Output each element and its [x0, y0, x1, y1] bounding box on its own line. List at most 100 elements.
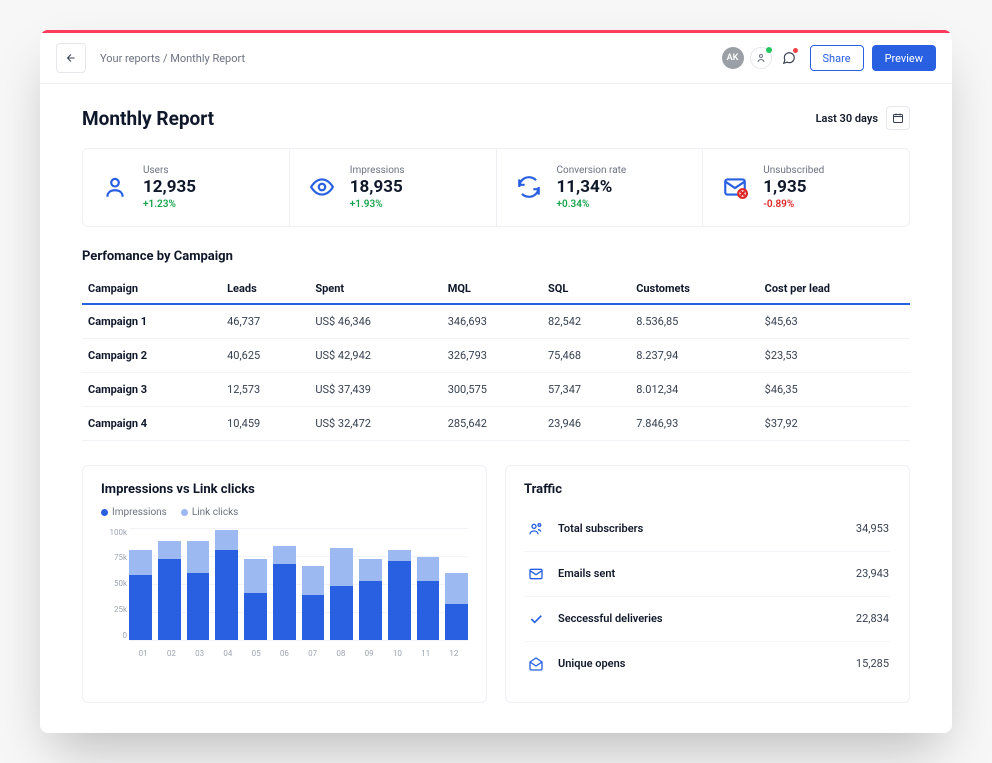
traffic-label: Emails sent — [558, 567, 856, 580]
metric-icon — [721, 173, 749, 201]
column-header: Leads — [221, 274, 309, 304]
subscribers-icon — [526, 519, 546, 539]
date-range-label: Last 30 days — [816, 112, 878, 125]
table-cell: 23,946 — [542, 406, 630, 440]
metric-users: Users 12,935 +1.23% — [83, 149, 290, 226]
metric-delta: +1.23% — [143, 199, 196, 210]
table-cell: $37,92 — [759, 406, 910, 440]
metric-icon — [515, 173, 543, 201]
table-cell: 75,468 — [542, 338, 630, 372]
bar-column — [359, 528, 382, 640]
chart-card: Impressions vs Link clicks Impressions L… — [82, 465, 487, 703]
bar-column — [445, 528, 468, 640]
traffic-label: Total subscribers — [558, 522, 856, 535]
table-cell: US$ 32,472 — [309, 406, 441, 440]
table-cell: 8.536,85 — [630, 304, 758, 339]
open-icon — [526, 654, 546, 674]
bar-column — [417, 528, 440, 640]
column-header: Spent — [309, 274, 441, 304]
metric-label: Conversion rate — [557, 165, 627, 176]
metric-unsubscribed: Unsubscribed1,935-0.89% — [703, 149, 909, 226]
metric-icon — [308, 173, 336, 201]
traffic-card: Traffic Total subscribers34,953 Emails se… — [505, 465, 910, 703]
column-header: Campaign — [82, 274, 221, 304]
table-cell: 8.237,94 — [630, 338, 758, 372]
traffic-value: 22,834 — [856, 612, 889, 625]
table-cell: US$ 42,942 — [309, 338, 441, 372]
chart-title: Impressions vs Link clicks — [101, 482, 468, 497]
traffic-label: Unique opens — [558, 657, 856, 670]
traffic-label: Seccessful deliveries — [558, 612, 856, 625]
table-cell: US$ 37,439 — [309, 372, 441, 406]
header: Your reports / Monthly Report AK Share P… — [40, 33, 952, 84]
bar-column — [273, 528, 296, 640]
table-cell: Campaign 4 — [82, 406, 221, 440]
traffic-title: Traffic — [524, 482, 891, 497]
table-cell: Campaign 3 — [82, 372, 221, 406]
breadcrumb: Your reports / Monthly Report — [100, 52, 245, 65]
bar-column — [388, 528, 411, 640]
table-cell: 346,693 — [442, 304, 542, 339]
page-body: Monthly Report Last 30 days Users 12,935 +… — [40, 84, 952, 733]
traffic-value: 15,285 — [856, 657, 889, 670]
app-window: Your reports / Monthly Report AK Share P… — [40, 30, 952, 733]
campaign-table: CampaignLeadsSpentMQLSQLCustometsCost pe… — [82, 274, 910, 441]
table-cell: 12,573 — [221, 372, 309, 406]
table-cell: Campaign 1 — [82, 304, 221, 339]
table-cell: 57,347 — [542, 372, 630, 406]
table-row: Campaign 240,625US$ 42,942326,79375,4688… — [82, 338, 910, 372]
bar-column — [215, 528, 238, 640]
table-cell: 8.012,34 — [630, 372, 758, 406]
metric-delta: +1.93% — [350, 199, 405, 210]
preview-button[interactable]: Preview — [872, 45, 936, 71]
bar-column — [187, 528, 210, 640]
avatar-user-1[interactable]: AK — [722, 47, 744, 69]
table-cell: 285,642 — [442, 406, 542, 440]
chat-icon — [782, 51, 796, 65]
column-header: MQL — [442, 274, 542, 304]
metric-value: 12,935 — [143, 178, 196, 197]
avatar-user-2[interactable] — [750, 47, 772, 69]
metric-conversion-rate: Conversion rate 11,34% +0.34% — [497, 149, 704, 226]
table-cell: Campaign 2 — [82, 338, 221, 372]
bar-column — [244, 528, 267, 640]
chart-legend: Impressions Link clicks — [101, 507, 468, 518]
table-cell: US$ 46,346 — [309, 304, 441, 339]
table-row: Campaign 410,459US$ 32,472285,64223,9467… — [82, 406, 910, 440]
table-cell: $46,35 — [759, 372, 910, 406]
table-title: Perfomance by Campaign — [82, 249, 910, 264]
metric-delta: +0.34% — [557, 199, 627, 210]
table-cell: 10,459 — [221, 406, 309, 440]
metric-value: 1,935 — [763, 178, 824, 197]
traffic-value: 34,953 — [856, 522, 889, 535]
metric-label: Users — [143, 165, 196, 176]
bar-chart: 100k75k50k25k0 010203040506070809101112 — [101, 528, 468, 658]
table-row: Campaign 312,573US$ 37,439300,57557,3478… — [82, 372, 910, 406]
table-cell: $45,63 — [759, 304, 910, 339]
traffic-value: 23,943 — [856, 567, 889, 580]
check-icon — [526, 609, 546, 629]
table-cell: 326,793 — [442, 338, 542, 372]
metric-label: Impressions — [350, 165, 405, 176]
column-header: Customets — [630, 274, 758, 304]
metric-delta: -0.89% — [763, 199, 824, 210]
notifications-button[interactable] — [778, 47, 800, 69]
bar-column — [129, 528, 152, 640]
sent-icon — [526, 564, 546, 584]
traffic-row: Emails sent23,943 — [524, 552, 891, 597]
metrics-row: Users 12,935 +1.23% Impressions18,935+1.93%… — [82, 148, 910, 227]
metric-impressions: Impressions18,935+1.93% — [290, 149, 497, 226]
arrow-left-icon — [65, 52, 77, 64]
share-button[interactable]: Share — [810, 45, 864, 71]
back-button[interactable] — [56, 43, 86, 73]
traffic-row: Seccessful deliveries22,834 — [524, 597, 891, 642]
bar-column — [330, 528, 353, 640]
page-title: Monthly Report — [82, 107, 214, 130]
table-cell: 300,575 — [442, 372, 542, 406]
table-cell: 40,625 — [221, 338, 309, 372]
metric-icon — [101, 173, 129, 201]
metric-value: 11,34% — [557, 178, 627, 197]
person-icon — [755, 52, 767, 64]
date-range-picker[interactable]: Last 30 days — [816, 106, 910, 130]
calendar-icon — [886, 106, 910, 130]
